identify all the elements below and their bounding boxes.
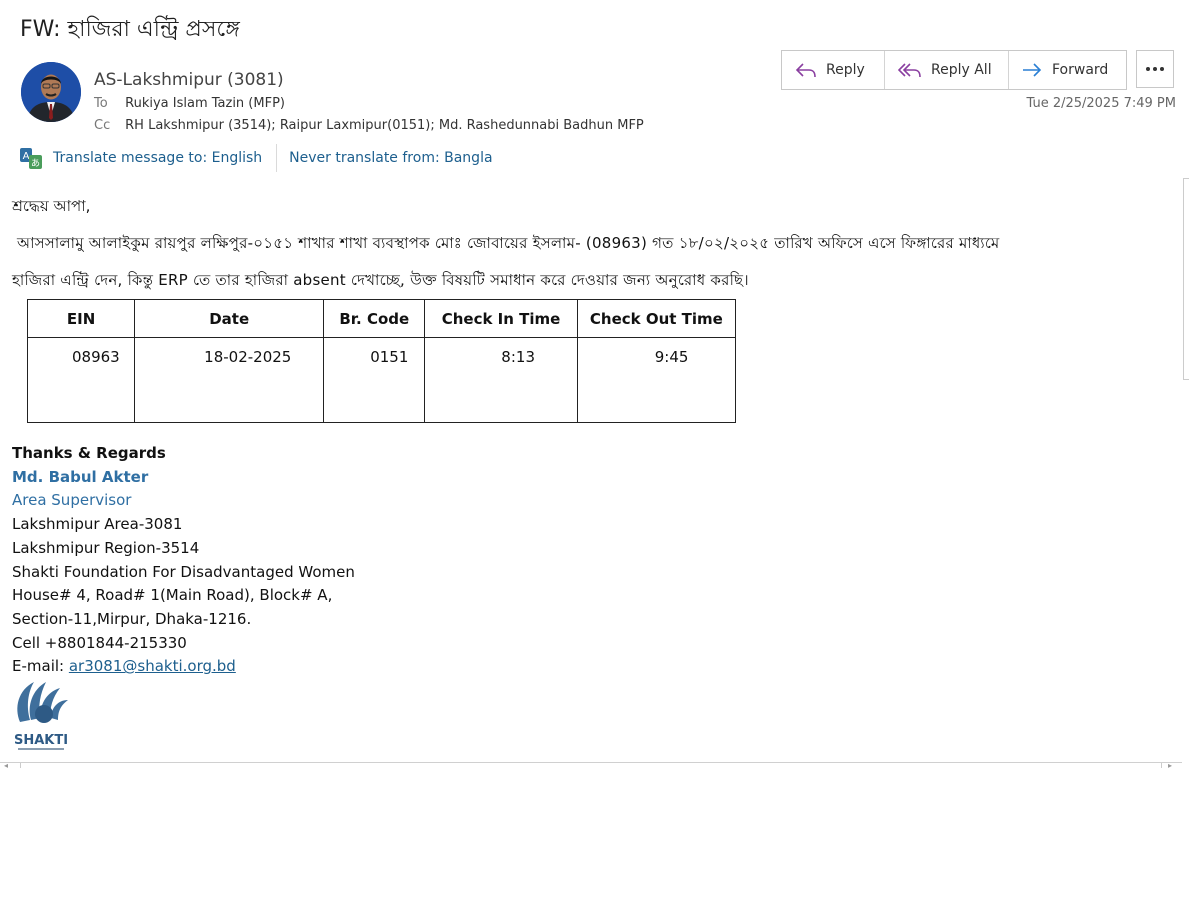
to-recipients: To Rukiya Islam Tazin (MFP) bbox=[94, 96, 285, 111]
horizontal-scrollbar[interactable]: ◂ ▸ bbox=[0, 761, 1182, 770]
email-label: E-mail: bbox=[12, 657, 69, 676]
cell-ein: 08963 bbox=[26, 337, 136, 423]
body-line-2: হাজিরা এন্ট্রি দেন, কিন্তু ERP তে তার হা… bbox=[12, 271, 749, 289]
reply-label: Reply bbox=[826, 62, 865, 78]
reply-button[interactable]: Reply bbox=[782, 51, 884, 89]
scroll-right-icon[interactable]: ▸ bbox=[1168, 761, 1172, 770]
reply-all-label: Reply All bbox=[931, 62, 992, 78]
forward-icon bbox=[1023, 63, 1042, 77]
email-signature: Thanks & Regards Md. Babul Akter Area Su… bbox=[12, 442, 355, 679]
reply-all-icon bbox=[898, 63, 921, 78]
table-row: 08963 18-02-2025 0151 8:13 9:45 bbox=[26, 337, 737, 423]
svg-text:A: A bbox=[23, 151, 30, 162]
horizontal-scroll-thumb[interactable] bbox=[20, 763, 1162, 768]
vertical-scroll-thumb[interactable] bbox=[1183, 178, 1189, 380]
cc-recipient-list[interactable]: RH Lakshmipur (3514); Raipur Laxmipur(01… bbox=[125, 118, 644, 133]
forward-label: Forward bbox=[1052, 62, 1109, 78]
signature-title: Area Supervisor bbox=[12, 491, 132, 510]
salutation: শ্রদ্ধেয় আপা, bbox=[12, 197, 91, 215]
body-line-1: আসসালামু আলাইকুম রায়পুর লক্ষিপুর-০১৫১ শ… bbox=[17, 234, 1000, 252]
message-actions-toolbar: Reply Reply All Forward bbox=[781, 50, 1127, 90]
to-label: To bbox=[94, 96, 108, 111]
column-header-ein: EIN bbox=[26, 299, 136, 338]
svg-text:あ: あ bbox=[31, 158, 40, 169]
never-translate-link[interactable]: Never translate from: Bangla bbox=[289, 150, 492, 166]
cell-branch-code: 0151 bbox=[323, 337, 426, 423]
sender-name[interactable]: AS-Lakshmipur (3081) bbox=[94, 70, 284, 90]
vertical-scrollbar[interactable] bbox=[1183, 178, 1189, 758]
column-header-check-in: Check In Time bbox=[424, 299, 578, 338]
cc-label: Cc bbox=[94, 118, 111, 133]
shakti-logo-icon: SHAKTI bbox=[14, 682, 68, 750]
signature-cell: Cell +8801844-215330 bbox=[12, 633, 187, 652]
to-recipient[interactable]: Rukiya Islam Tazin (MFP) bbox=[125, 96, 285, 111]
signature-organization: Shakti Foundation For Disadvantaged Wome… bbox=[12, 562, 355, 581]
sent-timestamp: Tue 2/25/2025 7:49 PM bbox=[1026, 96, 1176, 111]
cc-recipients: Cc RH Lakshmipur (3514); Raipur Laxmipur… bbox=[94, 118, 644, 133]
avatar-portrait-icon bbox=[21, 62, 81, 122]
reply-icon bbox=[795, 63, 816, 78]
signature-region: Lakshmipur Region-3514 bbox=[12, 538, 200, 557]
scroll-left-icon[interactable]: ◂ bbox=[4, 761, 8, 770]
cell-check-in: 8:13 bbox=[424, 337, 578, 423]
attendance-table: EIN Date Br. Code Check In Time Check Ou… bbox=[26, 299, 737, 423]
translate-message-link[interactable]: Translate message to: English bbox=[53, 150, 262, 166]
column-header-branch-code: Br. Code bbox=[323, 299, 426, 338]
signature-closing: Thanks & Regards bbox=[12, 444, 166, 462]
signature-address-line-1: House# 4, Road# 1(Main Road), Block# A, bbox=[12, 586, 333, 605]
email-link[interactable]: ar3081@shakti.org.bd bbox=[69, 657, 236, 675]
column-header-check-out: Check Out Time bbox=[576, 299, 737, 338]
signature-address-line-2: Section-11,Mirpur, Dhaka-1216. bbox=[12, 609, 252, 628]
forward-button[interactable]: Forward bbox=[1008, 51, 1126, 89]
cell-date: 18-02-2025 bbox=[134, 337, 325, 423]
reply-all-button[interactable]: Reply All bbox=[884, 51, 1008, 89]
signature-name: Md. Babul Akter bbox=[12, 467, 149, 486]
table-header-row: EIN Date Br. Code Check In Time Check Ou… bbox=[26, 299, 737, 338]
more-options-button[interactable] bbox=[1136, 50, 1174, 88]
column-header-date: Date bbox=[134, 299, 325, 338]
more-options-icon bbox=[1146, 67, 1150, 71]
sender-avatar[interactable] bbox=[21, 62, 81, 122]
translate-icon: A あ bbox=[20, 148, 42, 169]
signature-area: Lakshmipur Area-3081 bbox=[12, 515, 183, 534]
translate-separator bbox=[276, 144, 278, 172]
email-subject: FW: হাজিরা এন্ট্রি প্রসঙ্গে bbox=[20, 17, 240, 42]
logo-wordmark: SHAKTI bbox=[14, 733, 68, 748]
cell-check-out: 9:45 bbox=[576, 337, 737, 423]
shakti-logo: SHAKTI bbox=[12, 676, 70, 754]
translation-bar: A あ Translate message to: English Never … bbox=[19, 144, 493, 172]
